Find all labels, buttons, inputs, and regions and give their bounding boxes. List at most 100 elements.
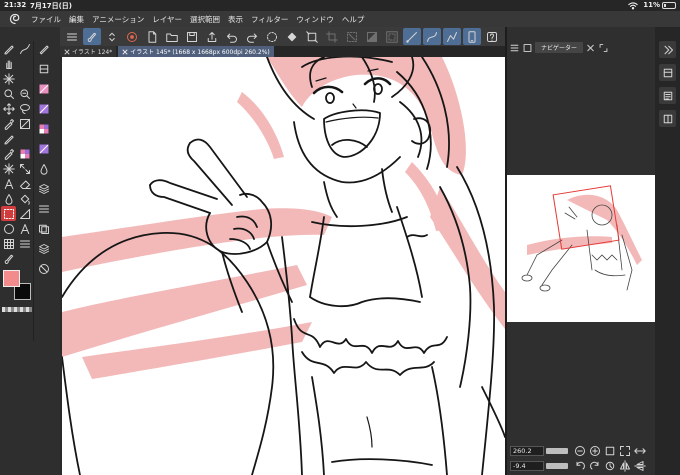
- pink-checker-icon[interactable]: [17, 146, 32, 161]
- droplet-icon[interactable]: [36, 161, 51, 176]
- ruler-icon[interactable]: [17, 206, 32, 221]
- stroke-straight-icon[interactable]: [403, 28, 421, 45]
- menu-icon[interactable]: [63, 28, 81, 45]
- list-icon[interactable]: [17, 236, 32, 251]
- zoom-out-icon[interactable]: [573, 445, 586, 457]
- droplet-icon[interactable]: [1, 191, 16, 206]
- close-tab-icon[interactable]: [64, 48, 70, 55]
- move-icon[interactable]: [1, 101, 16, 116]
- grid-icon[interactable]: [1, 236, 16, 251]
- zoom-slider[interactable]: [546, 448, 568, 454]
- invert-icon[interactable]: [363, 28, 381, 45]
- eraser-icon[interactable]: [17, 176, 32, 191]
- sparkle-icon[interactable]: [1, 71, 16, 86]
- pencil-subtool-icon[interactable]: [36, 61, 51, 76]
- undo-icon[interactable]: [223, 28, 241, 45]
- fill-bucket-icon[interactable]: [17, 191, 32, 206]
- close-tab-icon[interactable]: [122, 48, 128, 55]
- panel-menu-icon[interactable]: [509, 42, 520, 53]
- rotate-right-icon[interactable]: [588, 460, 601, 472]
- menu-help[interactable]: ヘルプ: [342, 14, 365, 25]
- stroke-polyline-icon[interactable]: [443, 28, 461, 45]
- layer-stack-icon[interactable]: [36, 241, 51, 256]
- help-icon[interactable]: [483, 28, 501, 45]
- purple-brush-subtool-icon[interactable]: [36, 101, 51, 116]
- eyedropper-icon[interactable]: [1, 116, 16, 131]
- crop-icon[interactable]: [323, 28, 341, 45]
- menu-file[interactable]: ファイル: [31, 14, 61, 25]
- text-icon[interactable]: [1, 176, 16, 191]
- app-logo-icon[interactable]: [9, 13, 21, 25]
- reset-rotation-icon[interactable]: [603, 460, 616, 472]
- navigator-tab[interactable]: ナビゲーター: [535, 42, 584, 53]
- brush-icon[interactable]: [83, 28, 101, 45]
- lasso-icon[interactable]: [17, 101, 32, 116]
- flip-vertical-icon[interactable]: [633, 460, 646, 472]
- clear-icon[interactable]: [263, 28, 281, 45]
- export-icon[interactable]: [203, 28, 221, 45]
- menu-view[interactable]: 表示: [228, 14, 243, 25]
- brush-icon[interactable]: [1, 251, 16, 266]
- deselect-icon[interactable]: [343, 28, 361, 45]
- new-file-icon[interactable]: [143, 28, 161, 45]
- transform-icon[interactable]: [303, 28, 321, 45]
- canvas-tab-illust-124[interactable]: イラスト 124*: [60, 46, 117, 57]
- save-icon[interactable]: [183, 28, 201, 45]
- menu-edit[interactable]: 編集: [69, 14, 84, 25]
- menu-window[interactable]: ウィンドウ: [296, 14, 334, 25]
- open-folder-icon[interactable]: [163, 28, 181, 45]
- menu-animation[interactable]: アニメーション: [92, 14, 144, 25]
- pen-icon[interactable]: [1, 131, 16, 146]
- pen-icon[interactable]: [1, 41, 16, 56]
- zoom-rotate-icon[interactable]: [17, 86, 32, 101]
- zoom-value-field[interactable]: 260.2: [510, 446, 544, 456]
- transparent-color-swatch[interactable]: [2, 307, 32, 312]
- zoom-icon[interactable]: [1, 86, 16, 101]
- foreground-color-swatch[interactable]: [3, 270, 20, 287]
- expand-selection-icon[interactable]: [383, 28, 401, 45]
- drawing-canvas[interactable]: [62, 57, 505, 475]
- panel-collapse-icon[interactable]: [659, 41, 676, 58]
- pink-brush-subtool-icon[interactable]: [36, 81, 51, 96]
- layer-props-icon[interactable]: [659, 87, 676, 104]
- sparkle-icon[interactable]: [1, 161, 16, 176]
- panel-layer-icon[interactable]: [522, 42, 533, 53]
- purple-brush-subtool-icon[interactable]: [36, 141, 51, 156]
- menu-selection[interactable]: 選択範囲: [190, 14, 220, 25]
- stroke-icon[interactable]: [17, 41, 32, 56]
- flip-horizontal-icon[interactable]: [618, 460, 631, 472]
- fit-width-icon[interactable]: [633, 445, 646, 457]
- panel-close-icon[interactable]: [585, 42, 596, 53]
- chevrons-icon[interactable]: [103, 28, 121, 45]
- fill-icon[interactable]: [283, 28, 301, 45]
- menu-layer[interactable]: レイヤー: [152, 14, 182, 25]
- no-entry-icon[interactable]: [36, 261, 51, 276]
- selection-tool-icon[interactable]: [1, 206, 16, 221]
- navigator-thumbnail[interactable]: [507, 175, 655, 322]
- tablet-icon[interactable]: [463, 28, 481, 45]
- layer-panel-icon[interactable]: [659, 64, 676, 81]
- layers-icon[interactable]: [36, 221, 51, 236]
- rotate-left-icon[interactable]: [573, 460, 586, 472]
- redo-icon[interactable]: [243, 28, 261, 45]
- list-icon[interactable]: [36, 201, 51, 216]
- text-icon[interactable]: [17, 221, 32, 236]
- pink-checker-icon[interactable]: [36, 121, 51, 136]
- expand-icon[interactable]: [17, 161, 32, 176]
- material-icon[interactable]: [659, 110, 676, 127]
- gradient-icon[interactable]: [17, 116, 32, 131]
- panel-expand-icon[interactable]: [598, 42, 609, 53]
- fit-icon[interactable]: [618, 445, 631, 457]
- rotation-value-field[interactable]: -9.4: [510, 461, 544, 471]
- hand-icon[interactable]: [1, 56, 16, 71]
- pen-subtool-icon[interactable]: [36, 41, 51, 56]
- color-circle-icon[interactable]: [123, 28, 141, 45]
- menu-filter[interactable]: フィルター: [251, 14, 288, 25]
- stroke-curve-icon[interactable]: [423, 28, 441, 45]
- canvas-tab-illust-145[interactable]: イラスト 145* (1668 x 1668px 600dpi 260.2%): [118, 46, 274, 57]
- zoom-in-icon[interactable]: [588, 445, 601, 457]
- actual-size-icon[interactable]: [603, 445, 616, 457]
- circle-icon[interactable]: [1, 221, 16, 236]
- rotation-slider[interactable]: [546, 463, 568, 469]
- layer-stack-icon[interactable]: [36, 181, 51, 196]
